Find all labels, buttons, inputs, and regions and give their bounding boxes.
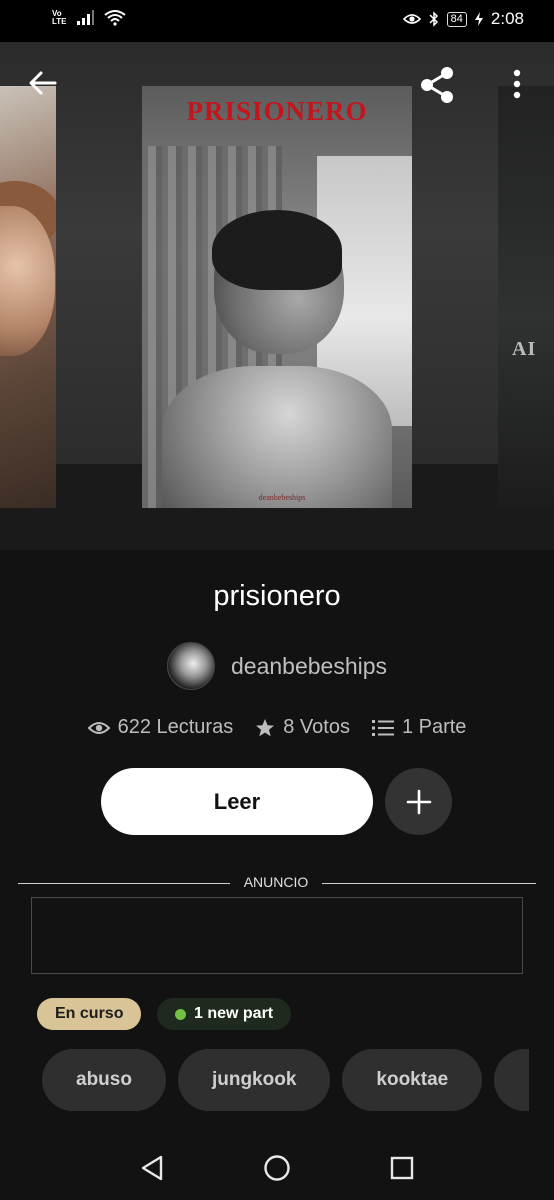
cover-title-text: PRISIONERO xyxy=(186,96,368,126)
tag-chip[interactable]: abuso xyxy=(42,1049,166,1111)
author-row[interactable]: deanbebeships xyxy=(0,642,554,690)
author-name[interactable]: deanbebeships xyxy=(231,653,387,680)
cover-credit: deanbebeships xyxy=(258,493,306,502)
list-icon xyxy=(371,719,394,736)
more-options-button[interactable] xyxy=(506,66,528,102)
signal-icon xyxy=(77,10,94,25)
status-left: Vo LTE xyxy=(52,10,126,26)
parts-count: 1 Parte xyxy=(401,716,467,738)
ad-label: ANUNCIO xyxy=(243,874,309,890)
tag-chip[interactable]: jungkook xyxy=(177,1049,331,1111)
clock: 2:08 xyxy=(490,9,524,28)
votes-count: 8 Votos xyxy=(283,716,350,738)
bluetooth-icon xyxy=(429,11,438,27)
reads-stat: 622 Lecturas xyxy=(87,716,234,739)
story-stats: 622 Lecturas 8 Votos 1 Parte xyxy=(0,716,554,739)
home-circle-icon[interactable] xyxy=(263,1154,291,1182)
network-type: Vo LTE xyxy=(52,9,67,26)
status-badge: En curso xyxy=(37,998,142,1030)
battery-icon: 84 xyxy=(446,11,467,27)
cover-current[interactable]: PRISIONERO deanbebeships xyxy=(142,86,412,508)
new-part-badge: 1 new part xyxy=(157,998,292,1030)
reads-count: 622 Lecturas xyxy=(117,716,234,738)
cover-previous[interactable] xyxy=(0,86,56,508)
new-part-label: 1 new part xyxy=(194,1005,274,1022)
charging-icon xyxy=(474,12,483,26)
cover-next-text: AI xyxy=(512,338,537,360)
status-right: 84 2:08 xyxy=(402,9,524,29)
back-button[interactable] xyxy=(26,66,60,100)
plus-icon xyxy=(406,789,431,814)
eye-icon xyxy=(402,14,421,24)
star-icon xyxy=(256,718,275,736)
cover-art xyxy=(162,366,392,508)
tag-chip[interactable]: kooktae xyxy=(342,1049,483,1111)
add-to-library-button[interactable] xyxy=(385,768,452,835)
wifi-icon xyxy=(104,10,126,26)
ad-slot[interactable] xyxy=(31,897,523,974)
divider xyxy=(322,883,536,884)
arrow-left-icon xyxy=(29,71,57,95)
read-button[interactable]: Leer xyxy=(101,768,373,835)
divider xyxy=(18,883,230,884)
share-button[interactable] xyxy=(416,64,458,106)
cover-next[interactable]: AI xyxy=(498,86,554,508)
share-icon xyxy=(421,67,453,103)
eye-icon xyxy=(87,721,110,734)
story-title: prisionero xyxy=(213,580,341,612)
back-triangle-icon[interactable] xyxy=(139,1154,165,1182)
status-bar: Vo LTE 84 2:08 xyxy=(0,0,554,42)
system-nav-bar xyxy=(0,1135,554,1200)
votes-stat: 8 Votos xyxy=(255,716,350,739)
more-vertical-icon xyxy=(513,69,521,99)
parts-stat: 1 Parte xyxy=(371,716,467,739)
cover-art xyxy=(212,210,342,290)
recents-square-icon[interactable] xyxy=(389,1155,415,1181)
new-indicator-dot xyxy=(175,1008,186,1020)
tag-chip[interactable]: koo xyxy=(494,1049,529,1111)
tag-list[interactable]: abuso jungkook kooktae koo xyxy=(42,1049,529,1111)
avatar[interactable] xyxy=(166,642,215,690)
